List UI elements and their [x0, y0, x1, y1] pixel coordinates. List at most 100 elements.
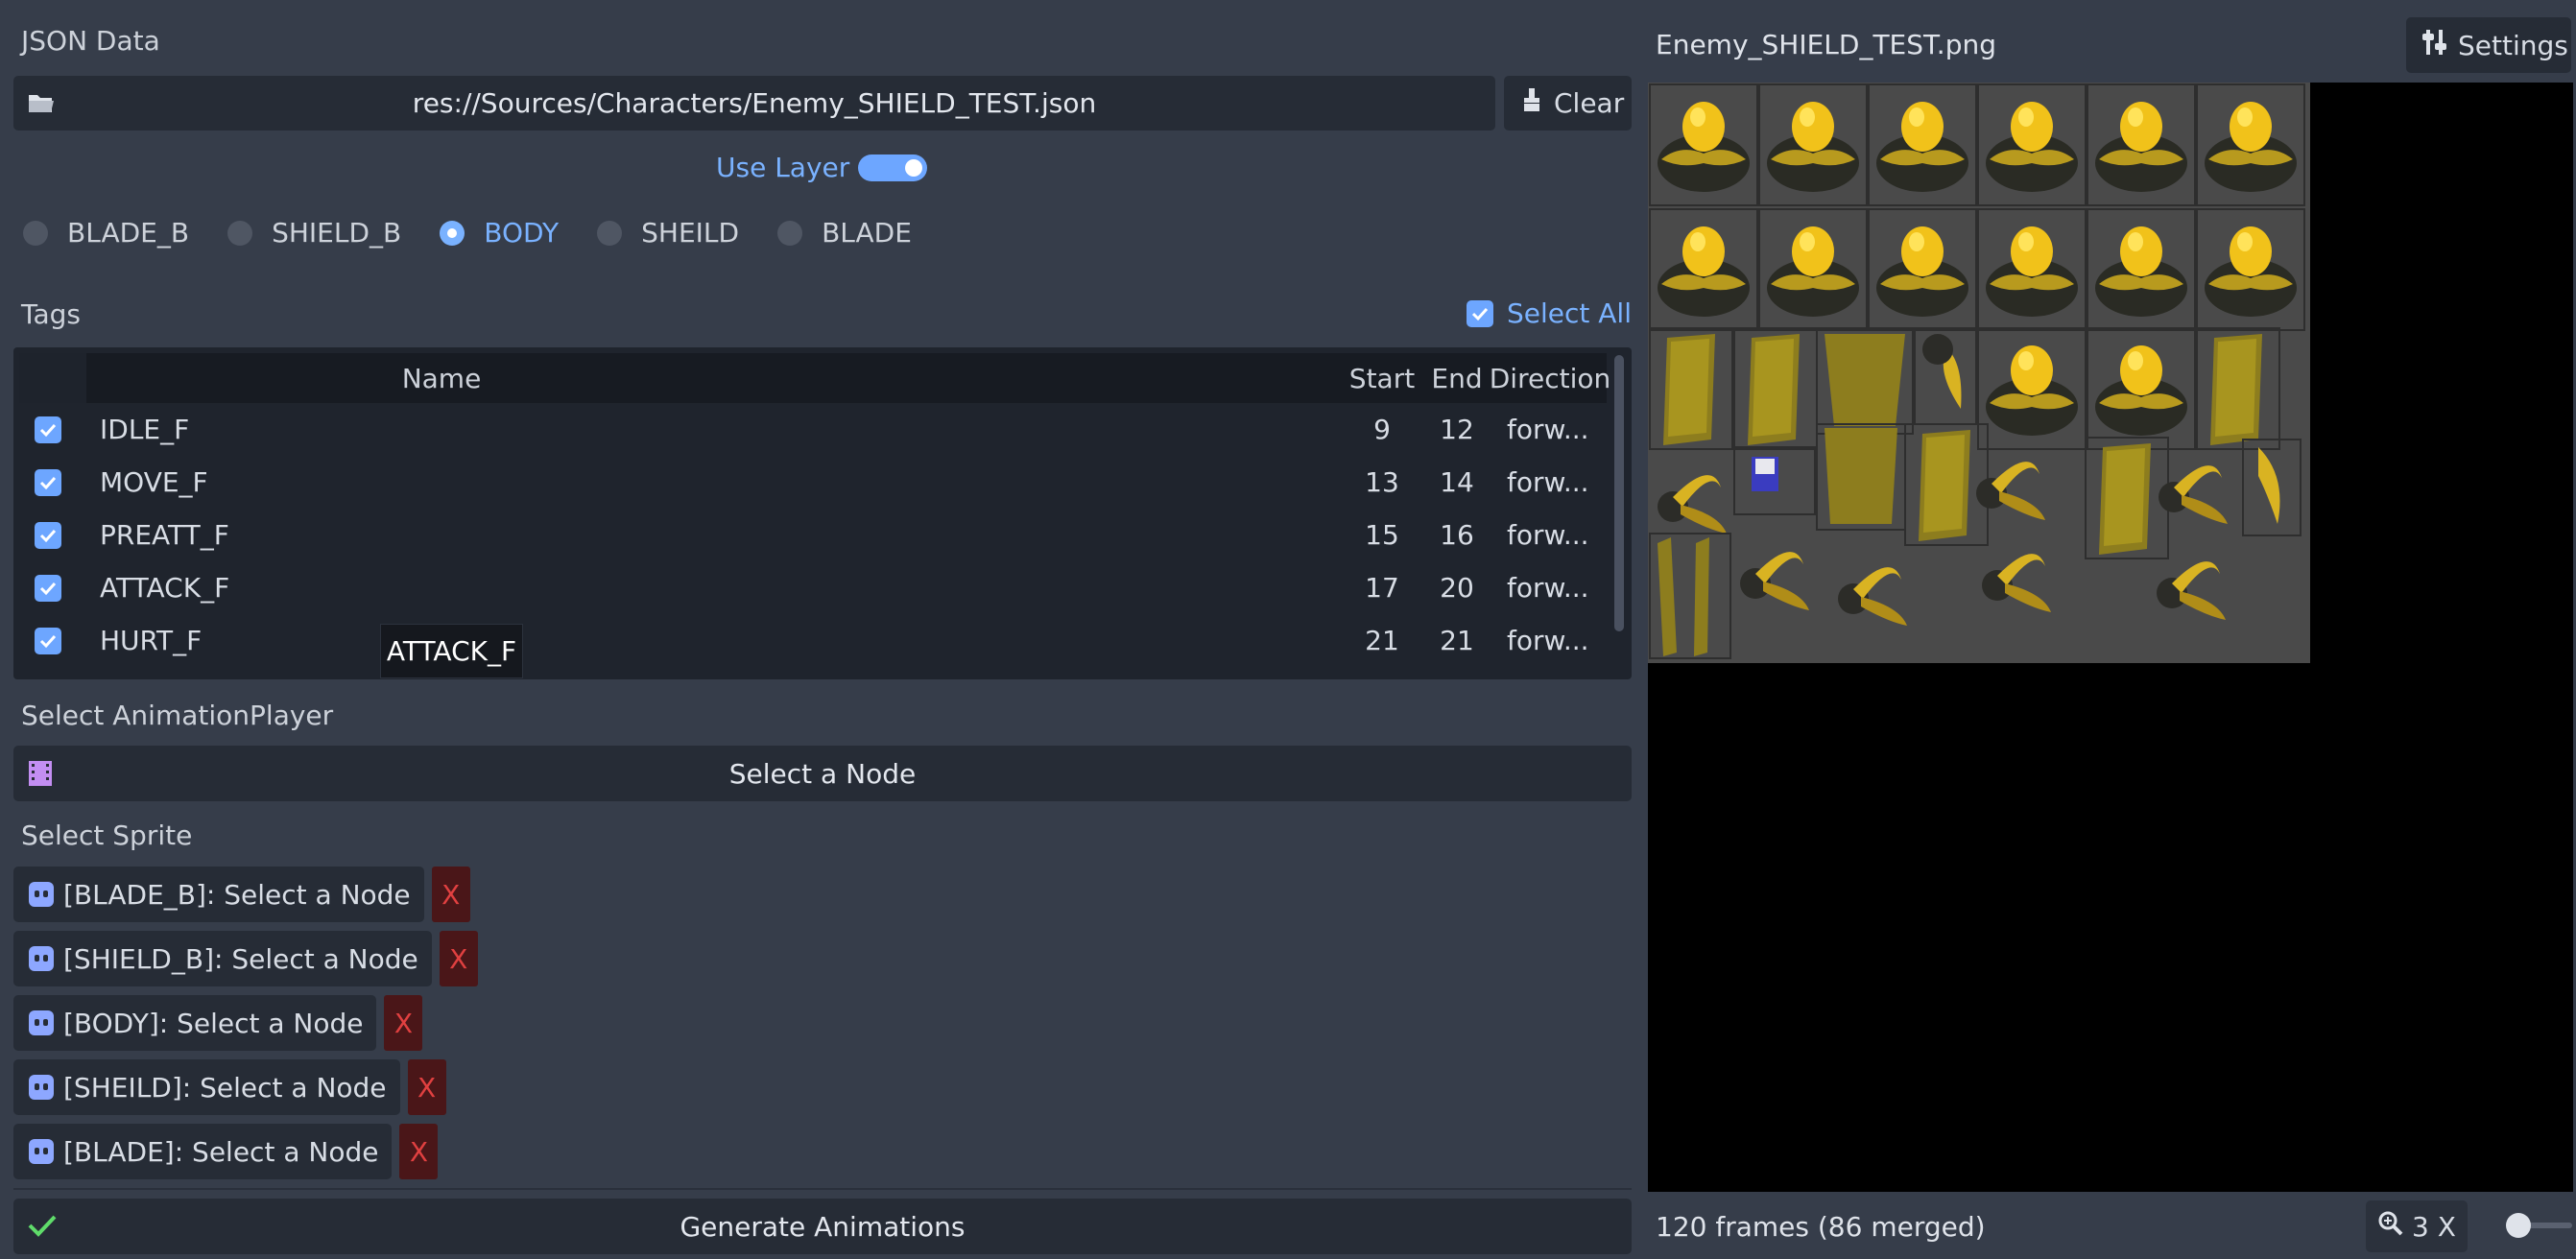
table-row[interactable]: HURT_F 21 21 forw... — [19, 614, 1607, 667]
clear-label: Clear — [1554, 87, 1625, 119]
radio-icon — [777, 220, 803, 246]
generate-label: Generate Animations — [680, 1210, 966, 1243]
column-end[interactable]: End — [1423, 353, 1491, 403]
generate-animations-button[interactable]: Generate Animations — [13, 1199, 1632, 1254]
check-icon — [1467, 299, 1493, 327]
sprite-select-button[interactable]: [SHEILD]: Select a Node — [13, 1059, 400, 1115]
row-name: MOVE_F — [100, 466, 208, 498]
sprite-select-button[interactable]: [SHIELD_B]: Select a Node — [13, 931, 432, 986]
select-all-checkbox[interactable]: Select All — [1467, 297, 1632, 329]
sprite-row-shield-b: [SHIELD_B]: Select a Node X — [13, 931, 478, 986]
tags-table: Name Start End Direction IDLE_F 9 12 for… — [13, 347, 1632, 679]
select-all-label: Select All — [1507, 297, 1632, 329]
zoom-label: 3 X — [2412, 1210, 2456, 1243]
remove-sprite-button[interactable]: X — [439, 931, 478, 986]
use-layer-toggle[interactable] — [858, 154, 927, 181]
broom-icon — [1521, 87, 1542, 119]
layer-radio-sheild[interactable]: SHEILD — [597, 217, 739, 249]
row-name: IDLE_F — [100, 414, 190, 445]
layer-radio-blade[interactable]: BLADE — [777, 217, 912, 249]
table-row[interactable]: IDLE_F 9 12 forw... — [19, 403, 1607, 456]
check-icon[interactable] — [35, 574, 61, 602]
radio-icon — [597, 220, 623, 246]
sprite-select-button[interactable]: [BLADE]: Select a Node — [13, 1124, 393, 1179]
row-end: 20 — [1440, 572, 1474, 604]
sprite-icon — [29, 1139, 54, 1164]
radio-icon — [227, 220, 253, 246]
row-direction: forw... — [1507, 466, 1589, 498]
select-animation-player-button[interactable]: Select a Node — [13, 746, 1632, 801]
sprite-label: [BLADE_B]: Select a Node — [63, 878, 411, 911]
row-direction: forw... — [1507, 572, 1589, 604]
check-icon[interactable] — [35, 468, 61, 496]
file-path-text: res://Sources/Characters/Enemy_SHIELD_TE… — [412, 87, 1097, 119]
layer-label: SHIELD_B — [272, 217, 402, 249]
layer-label: BLADE — [822, 217, 912, 249]
use-layer-label: Use Layer — [716, 152, 850, 183]
layer-label: BODY — [484, 217, 560, 249]
check-icon[interactable] — [35, 521, 61, 549]
column-name[interactable]: Name — [91, 353, 792, 403]
layer-radio-blade-b[interactable]: BLADE_B — [23, 217, 189, 249]
spritesheet-viewport[interactable] — [1648, 83, 2573, 1192]
remove-sprite-button[interactable]: X — [384, 995, 423, 1051]
sprite-row-blade-b: [BLADE_B]: Select a Node X — [13, 867, 470, 922]
table-row[interactable]: PREATT_F 15 16 forw... — [19, 509, 1607, 561]
remove-sprite-button[interactable]: X — [399, 1124, 439, 1179]
row-direction: forw... — [1507, 414, 1589, 445]
remove-sprite-button[interactable]: X — [407, 1059, 446, 1115]
radio-selected-icon — [440, 220, 465, 246]
row-start: 15 — [1365, 519, 1399, 551]
row-start: 17 — [1365, 572, 1399, 604]
sprite-label: [SHIELD_B]: Select a Node — [63, 942, 418, 975]
sprite-icon — [29, 1075, 54, 1100]
sprite-icon — [29, 946, 54, 971]
sprite-row-blade: [BLADE]: Select a Node X — [13, 1124, 439, 1179]
sprite-row-sheild: [SHEILD]: Select a Node X — [13, 1059, 446, 1115]
sprite-select-button[interactable]: [BODY]: Select a Node — [13, 995, 377, 1051]
row-direction: forw... — [1507, 625, 1589, 656]
row-end: 14 — [1440, 466, 1474, 498]
sliders-icon — [2421, 28, 2448, 63]
zoom-slider-handle[interactable] — [2506, 1213, 2531, 1238]
row-end: 12 — [1440, 414, 1474, 445]
settings-button[interactable]: Settings — [2406, 17, 2571, 73]
tooltip: ATTACK_F — [380, 624, 523, 678]
column-start[interactable]: Start — [1344, 353, 1420, 403]
table-row[interactable]: ATTACK_F 17 20 forw... — [19, 561, 1607, 614]
remove-sprite-button[interactable]: X — [431, 867, 470, 922]
tags-title: Tags — [21, 298, 81, 330]
table-row[interactable]: MOVE_F 13 14 forw... — [19, 456, 1607, 509]
sprite-icon — [29, 1010, 54, 1035]
spritesheet-image — [1648, 83, 2310, 663]
row-direction: forw... — [1507, 519, 1589, 551]
settings-label: Settings — [2458, 29, 2568, 61]
file-path-bar[interactable]: res://Sources/Characters/Enemy_SHIELD_TE… — [13, 76, 1495, 131]
row-start: 21 — [1365, 625, 1399, 656]
row-start: 9 — [1373, 414, 1391, 445]
row-name: ATTACK_F — [100, 572, 230, 604]
zoom-icon — [2377, 1210, 2404, 1244]
table-scrollbar[interactable] — [1614, 355, 1624, 631]
clear-button[interactable]: Clear — [1504, 76, 1632, 131]
row-end: 16 — [1440, 519, 1474, 551]
sprite-row-body: [BODY]: Select a Node X — [13, 995, 423, 1051]
divider — [13, 1188, 1632, 1190]
layer-radio-group: BLADE_B SHIELD_B BODY SHEILD BLADE — [23, 217, 912, 249]
layer-label: SHEILD — [641, 217, 740, 249]
sprite-select-button[interactable]: [BLADE_B]: Select a Node — [13, 867, 424, 922]
select-sprite-title: Select Sprite — [21, 820, 193, 851]
layer-radio-body[interactable]: BODY — [440, 217, 559, 249]
table-header: Name Start End Direction — [19, 353, 1611, 403]
json-data-title: JSON Data — [21, 25, 160, 57]
column-direction[interactable]: Direction — [1490, 353, 1611, 403]
sprite-label: [BLADE]: Select a Node — [63, 1135, 379, 1168]
layer-label: BLADE_B — [67, 217, 190, 249]
animation-player-label: Select a Node — [728, 757, 917, 790]
frames-info: 120 frames (86 merged) — [1656, 1211, 1986, 1243]
layer-radio-shield-b[interactable]: SHIELD_B — [227, 217, 401, 249]
sprite-icon — [29, 882, 54, 907]
check-icon[interactable] — [35, 627, 61, 654]
zoom-button[interactable]: 3 X — [2366, 1200, 2468, 1252]
check-icon[interactable] — [35, 416, 61, 443]
